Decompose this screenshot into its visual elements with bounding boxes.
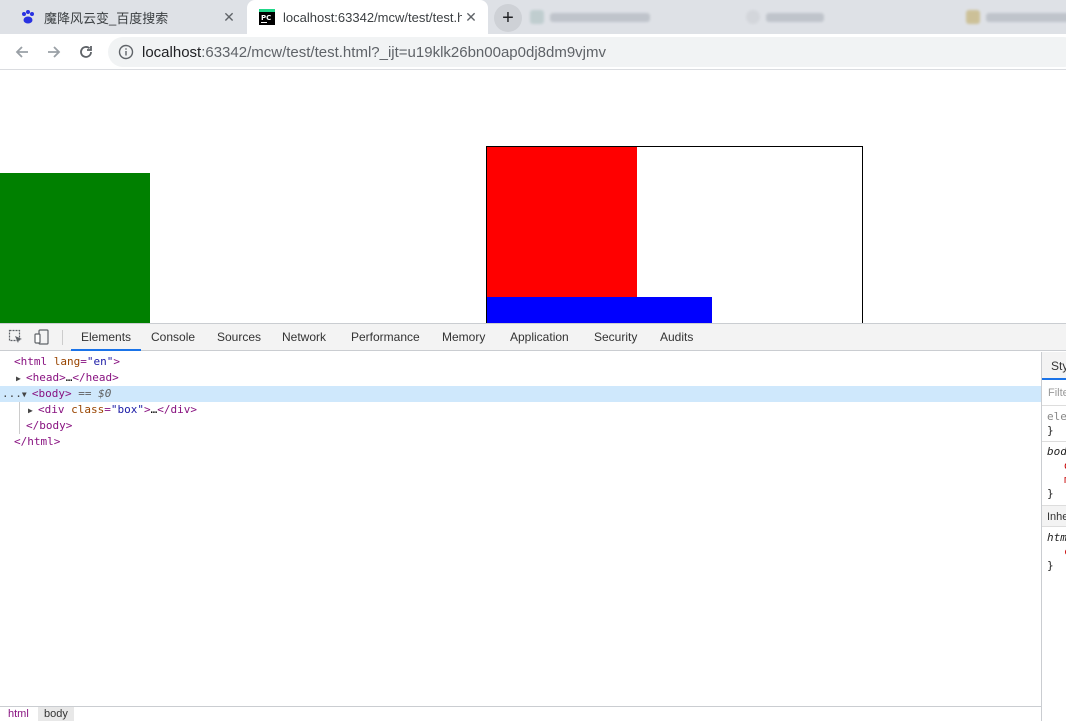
rule-selector: body { <box>1047 445 1066 458</box>
dom-node-body-close[interactable]: </body> <box>0 418 1041 434</box>
tab-title: localhost:63342/mcw/test/test.html?_ijt=… <box>283 9 462 25</box>
baidu-paw-icon <box>22 10 34 24</box>
attr-name: class <box>71 403 105 416</box>
tag-name: head <box>32 371 60 384</box>
tab-console[interactable]: Console <box>141 324 205 351</box>
tag-name: head <box>85 371 113 384</box>
rule-selector: html <box>1047 531 1066 544</box>
close-tab-icon[interactable]: ✕ <box>220 9 238 26</box>
devtools-tabbar: Elements Console Sources Network Perform… <box>0 324 1066 351</box>
page-viewport <box>0 71 1066 323</box>
inspect-element-icon[interactable] <box>8 329 24 345</box>
inherited-header: Inherited from <box>1042 505 1066 527</box>
address-bar[interactable]: localhost:63342/mcw/test/test.html?_ijt=… <box>108 37 1066 67</box>
tag-name: div <box>44 403 65 416</box>
breadcrumb-body[interactable]: body <box>38 707 74 721</box>
blurred-tab <box>530 8 650 26</box>
reload-button[interactable] <box>75 41 97 63</box>
red-box <box>487 147 637 297</box>
styles-pane: Styles Filter element.style { } body { d… <box>1041 352 1066 721</box>
tab-network[interactable]: Network <box>272 324 336 351</box>
blurred-tab <box>746 8 824 26</box>
attr-value: "box" <box>110 403 144 416</box>
tab-styles[interactable]: Styles <box>1042 352 1066 380</box>
tab-sources[interactable]: Sources <box>207 324 271 351</box>
close-tab-icon[interactable]: ✕ <box>462 9 480 26</box>
blue-box <box>487 297 712 323</box>
svg-text:PC: PC <box>261 14 271 22</box>
blurred-tab <box>966 8 1066 26</box>
tab-performance[interactable]: Performance <box>341 324 430 351</box>
rule-prop: c <box>1042 545 1066 559</box>
tab-localhost[interactable]: PC localhost:63342/mcw/test/test.html?_i… <box>247 0 488 34</box>
device-toolbar-icon[interactable] <box>34 329 50 345</box>
tag-name: body <box>39 419 66 432</box>
expand-triangle-icon[interactable]: ▶ <box>28 403 38 419</box>
dom-node-body[interactable]: ...▼ <body> == $0 <box>0 386 1041 402</box>
info-icon[interactable] <box>118 44 134 60</box>
bordered-box <box>486 146 863 323</box>
dom-node-div[interactable]: ▶ <div class="box">…</div> <box>0 402 1041 418</box>
browser-toolbar: localhost:63342/mcw/test/test.html?_ijt=… <box>0 34 1066 70</box>
new-tab-button[interactable]: + <box>494 4 522 32</box>
attr-name: lang <box>53 355 81 368</box>
tab-security[interactable]: Security <box>584 324 647 351</box>
dom-node-html-close[interactable]: </html> <box>0 434 1041 450</box>
green-box <box>0 173 150 323</box>
expand-triangle-icon[interactable]: ▶ <box>16 371 26 387</box>
reload-icon <box>80 46 92 58</box>
dom-tree: <html lang="en"> ▶ <head>…</head> ...▼ <bo… <box>0 352 1041 706</box>
rule-close: } <box>1047 559 1054 572</box>
arrow-right-icon <box>48 46 61 58</box>
breadcrumb: html body <box>0 706 1041 721</box>
tag-name: html <box>20 355 48 368</box>
dom-node-head[interactable]: ▶ <head>…</head> <box>0 370 1041 386</box>
arrow-left-icon <box>15 46 28 58</box>
rule-prop: m <box>1042 473 1066 487</box>
devtools-panel: Elements Console Sources Network Perform… <box>0 323 1066 721</box>
tree-guide <box>19 402 20 434</box>
tag-name: div <box>170 403 191 416</box>
breadcrumb-html[interactable]: html <box>2 707 35 721</box>
forward-button[interactable] <box>43 41 65 63</box>
tab-audits[interactable]: Audits <box>650 324 703 351</box>
selected-marker: == $0 <box>78 387 112 400</box>
rule-selector: element.style { <box>1047 410 1066 423</box>
more-dots[interactable]: ... <box>2 387 22 400</box>
tab-baidu-search[interactable]: 魔降风云变_百度搜索 ✕ <box>8 0 246 34</box>
rule-prop: d <box>1042 459 1066 473</box>
back-button[interactable] <box>11 41 33 63</box>
separator <box>62 330 63 345</box>
tab-elements[interactable]: Elements <box>71 324 142 351</box>
tab-strip: 魔降风云变_百度搜索 ✕ PC localhost:63342/mcw/test… <box>0 0 1066 34</box>
rule-close: } <box>1047 424 1054 437</box>
url-path: :63342/mcw/test/test.html?_ijt=u19klk26b… <box>201 43 607 61</box>
url-host: localhost <box>142 43 202 61</box>
styles-filter-input[interactable]: Filter <box>1042 380 1066 406</box>
attr-value: "en" <box>86 355 114 368</box>
collapse-triangle-icon[interactable]: ▼ <box>22 387 32 403</box>
dom-node-html[interactable]: <html lang="en"> <box>0 354 1041 370</box>
url-text[interactable]: localhost:63342/mcw/test/test.html?_ijt=… <box>142 44 606 61</box>
tag-name: body <box>38 387 66 400</box>
rule-close: } <box>1047 487 1054 500</box>
tab-title: 魔降风云变_百度搜索 <box>44 10 169 26</box>
tab-memory[interactable]: Memory <box>432 324 495 351</box>
pycharm-icon: PC <box>259 9 275 25</box>
tab-application[interactable]: Application <box>500 324 579 351</box>
tag-name: html <box>27 435 54 448</box>
